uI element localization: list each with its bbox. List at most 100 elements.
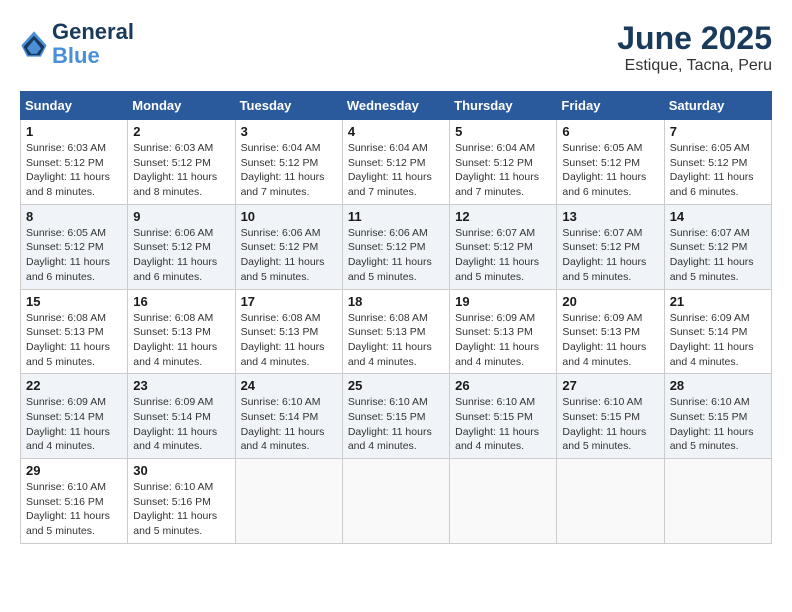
day-info: Sunrise: 6:08 AM Sunset: 5:13 PM Dayligh… (26, 311, 122, 370)
calendar-cell: 11 Sunrise: 6:06 AM Sunset: 5:12 PM Dayli… (342, 204, 449, 289)
calendar-cell: 18Sunrise: 6:08 AM Sunset: 5:13 PM Dayli… (342, 289, 449, 374)
day-number: 28 (670, 378, 766, 393)
day-number: 11 (348, 209, 444, 224)
day-info: Sunrise: 6:06 AM Sunset: 5:12 PM Dayligh… (241, 226, 337, 285)
calendar-cell: 15 Sunrise: 6:08 AM Sunset: 5:13 PM Dayli… (21, 289, 128, 374)
day-number: 25 (348, 378, 444, 393)
day-info: Sunrise: 6:09 AM Sunset: 5:14 PM Dayligh… (670, 311, 766, 370)
day-number: 27 (562, 378, 658, 393)
calendar-week-1: 1 Sunrise: 6:03 AM Sunset: 5:12 PM Daylig… (21, 120, 772, 205)
day-number: 14 (670, 209, 766, 224)
day-header-friday: Friday (557, 92, 664, 120)
calendar-cell: 17 Sunrise: 6:08 AM Sunset: 5:13 PM Dayli… (235, 289, 342, 374)
logo-icon (20, 30, 48, 58)
day-info: Sunrise: 6:07 AM Sunset: 5:12 PM Dayligh… (670, 226, 766, 285)
calendar-cell: 29Sunrise: 6:10 AM Sunset: 5:16 PM Dayli… (21, 459, 128, 544)
day-header-wednesday: Wednesday (342, 92, 449, 120)
day-number: 3 (241, 124, 337, 139)
calendar-cell: 26 Sunrise: 6:10 AM Sunset: 5:15 PM Dayli… (450, 374, 557, 459)
day-number: 22 (26, 378, 122, 393)
day-number: 17 (241, 294, 337, 309)
day-number: 7 (670, 124, 766, 139)
day-number: 26 (455, 378, 551, 393)
day-info: Sunrise: 6:03 AM Sunset: 5:12 PM Dayligh… (26, 141, 122, 200)
day-info: Sunrise: 6:06 AM Sunset: 5:12 PM Dayligh… (133, 226, 229, 285)
day-info: Sunrise: 6:10 AM Sunset: 5:16 PM Dayligh… (26, 480, 122, 539)
logo: General Blue (20, 20, 134, 68)
day-info: Sunrise: 6:08 AM Sunset: 5:13 PM Dayligh… (241, 311, 337, 370)
calendar-week-5: 29Sunrise: 6:10 AM Sunset: 5:16 PM Dayli… (21, 459, 772, 544)
day-info: Sunrise: 6:08 AM Sunset: 5:13 PM Dayligh… (133, 311, 229, 370)
day-number: 24 (241, 378, 337, 393)
calendar-cell: 21 Sunrise: 6:09 AM Sunset: 5:14 PM Dayli… (664, 289, 771, 374)
day-number: 23 (133, 378, 229, 393)
calendar-header-row: SundayMondayTuesdayWednesdayThursdayFrid… (21, 92, 772, 120)
day-info: Sunrise: 6:07 AM Sunset: 5:12 PM Dayligh… (562, 226, 658, 285)
day-number: 2 (133, 124, 229, 139)
calendar-cell: 7 Sunrise: 6:05 AM Sunset: 5:12 PM Daylig… (664, 120, 771, 205)
calendar-cell: 30 Sunrise: 6:10 AM Sunset: 5:16 PM Dayli… (128, 459, 235, 544)
calendar-cell: 24Sunrise: 6:10 AM Sunset: 5:14 PM Dayli… (235, 374, 342, 459)
calendar-cell: 13 Sunrise: 6:07 AM Sunset: 5:12 PM Dayli… (557, 204, 664, 289)
calendar-cell: 5 Sunrise: 6:04 AM Sunset: 5:12 PM Daylig… (450, 120, 557, 205)
calendar-cell: 20Sunrise: 6:09 AM Sunset: 5:13 PM Dayli… (557, 289, 664, 374)
calendar-cell: 8 Sunrise: 6:05 AM Sunset: 5:12 PM Daylig… (21, 204, 128, 289)
logo-line1: General (52, 20, 134, 44)
day-info: Sunrise: 6:09 AM Sunset: 5:14 PM Dayligh… (26, 395, 122, 454)
day-number: 21 (670, 294, 766, 309)
calendar-cell (557, 459, 664, 544)
day-number: 16 (133, 294, 229, 309)
day-info: Sunrise: 6:04 AM Sunset: 5:12 PM Dayligh… (455, 141, 551, 200)
calendar-cell: 4Sunrise: 6:04 AM Sunset: 5:12 PM Daylig… (342, 120, 449, 205)
day-number: 1 (26, 124, 122, 139)
calendar-cell: 14 Sunrise: 6:07 AM Sunset: 5:12 PM Dayli… (664, 204, 771, 289)
calendar-cell: 28 Sunrise: 6:10 AM Sunset: 5:15 PM Dayli… (664, 374, 771, 459)
calendar-week-2: 8 Sunrise: 6:05 AM Sunset: 5:12 PM Daylig… (21, 204, 772, 289)
calendar-cell: 22 Sunrise: 6:09 AM Sunset: 5:14 PM Dayli… (21, 374, 128, 459)
calendar-cell: 6 Sunrise: 6:05 AM Sunset: 5:12 PM Daylig… (557, 120, 664, 205)
day-info: Sunrise: 6:04 AM Sunset: 5:12 PM Dayligh… (241, 141, 337, 200)
calendar-week-4: 22 Sunrise: 6:09 AM Sunset: 5:14 PM Dayli… (21, 374, 772, 459)
day-number: 15 (26, 294, 122, 309)
calendar-cell: 16 Sunrise: 6:08 AM Sunset: 5:13 PM Dayli… (128, 289, 235, 374)
calendar-cell: 25 Sunrise: 6:10 AM Sunset: 5:15 PM Dayli… (342, 374, 449, 459)
day-number: 5 (455, 124, 551, 139)
calendar-cell: 12 Sunrise: 6:07 AM Sunset: 5:12 PM Dayli… (450, 204, 557, 289)
day-info: Sunrise: 6:07 AM Sunset: 5:12 PM Dayligh… (455, 226, 551, 285)
day-header-tuesday: Tuesday (235, 92, 342, 120)
day-info: Sunrise: 6:10 AM Sunset: 5:15 PM Dayligh… (348, 395, 444, 454)
calendar-cell (450, 459, 557, 544)
location-subtitle: Estique, Tacna, Peru (617, 57, 772, 75)
day-info: Sunrise: 6:10 AM Sunset: 5:15 PM Dayligh… (562, 395, 658, 454)
day-info: Sunrise: 6:05 AM Sunset: 5:12 PM Dayligh… (670, 141, 766, 200)
day-number: 13 (562, 209, 658, 224)
day-info: Sunrise: 6:10 AM Sunset: 5:16 PM Dayligh… (133, 480, 229, 539)
day-info: Sunrise: 6:04 AM Sunset: 5:12 PM Dayligh… (348, 141, 444, 200)
calendar-cell: 23 Sunrise: 6:09 AM Sunset: 5:14 PM Dayli… (128, 374, 235, 459)
day-info: Sunrise: 6:05 AM Sunset: 5:12 PM Dayligh… (562, 141, 658, 200)
calendar-cell (342, 459, 449, 544)
day-number: 10 (241, 209, 337, 224)
day-number: 30 (133, 463, 229, 478)
calendar-cell: 2 Sunrise: 6:03 AM Sunset: 5:12 PM Daylig… (128, 120, 235, 205)
day-info: Sunrise: 6:05 AM Sunset: 5:12 PM Dayligh… (26, 226, 122, 285)
calendar-cell: 27 Sunrise: 6:10 AM Sunset: 5:15 PM Dayli… (557, 374, 664, 459)
calendar-table: SundayMondayTuesdayWednesdayThursdayFrid… (20, 91, 772, 544)
day-number: 12 (455, 209, 551, 224)
day-number: 20 (562, 294, 658, 309)
day-number: 8 (26, 209, 122, 224)
day-header-sunday: Sunday (21, 92, 128, 120)
logo-line2: Blue (52, 43, 100, 68)
day-info: Sunrise: 6:09 AM Sunset: 5:14 PM Dayligh… (133, 395, 229, 454)
day-number: 9 (133, 209, 229, 224)
day-number: 6 (562, 124, 658, 139)
day-info: Sunrise: 6:03 AM Sunset: 5:12 PM Dayligh… (133, 141, 229, 200)
day-info: Sunrise: 6:10 AM Sunset: 5:15 PM Dayligh… (455, 395, 551, 454)
day-number: 18 (348, 294, 444, 309)
title-block: June 2025 Estique, Tacna, Peru (617, 20, 772, 75)
day-info: Sunrise: 6:06 AM Sunset: 5:12 PM Dayligh… (348, 226, 444, 285)
day-info: Sunrise: 6:09 AM Sunset: 5:13 PM Dayligh… (455, 311, 551, 370)
calendar-cell: 9 Sunrise: 6:06 AM Sunset: 5:12 PM Daylig… (128, 204, 235, 289)
day-header-saturday: Saturday (664, 92, 771, 120)
day-info: Sunrise: 6:10 AM Sunset: 5:15 PM Dayligh… (670, 395, 766, 454)
